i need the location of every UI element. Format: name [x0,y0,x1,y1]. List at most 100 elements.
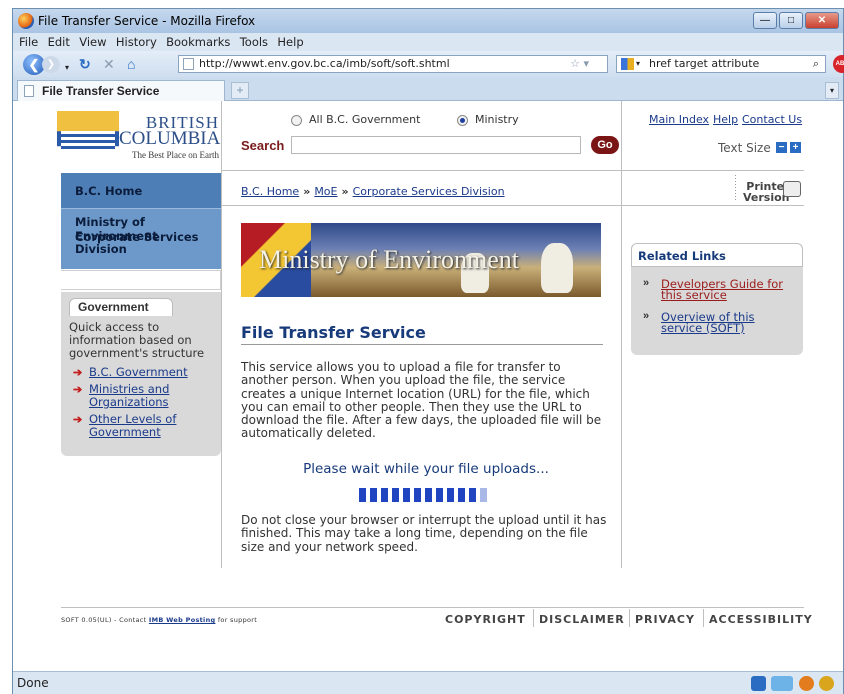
scope-radio-ministry[interactable] [457,115,468,126]
nav-division-line2[interactable]: Division [75,242,127,256]
url-bar[interactable]: http://wwwt.env.gov.bc.ca/imb/soft/soft.… [178,55,608,73]
magnifier-icon[interactable]: ⌕ [813,56,819,72]
text-size-decrease-button[interactable]: − [776,142,787,153]
footer-sep [533,609,534,627]
scope-all-label: All B.C. Government [309,113,421,126]
search-engine-dropdown-icon[interactable]: ▾ [636,56,640,72]
logo-line2: COLUMBIA [119,128,221,149]
stop-icon[interactable]: ✕ [103,56,115,72]
crumb-separator: » [341,185,349,198]
divider [221,101,222,173]
progress-block [414,488,421,502]
breadcrumb: B.C. Home» MoE» Corporate Services Divisio… [241,185,505,198]
bc-government-link[interactable]: B.C. Government [89,366,188,379]
developers-guide-link-line2[interactable]: this service [661,289,727,301]
go-button[interactable]: Go [591,136,619,154]
text-line: size and your network speed. [241,539,418,554]
maximize-button[interactable]: □ [779,12,803,29]
progress-block [425,488,432,502]
other-levels-link-line2[interactable]: Government [89,426,161,439]
minimize-button[interactable]: — [753,12,777,29]
upload-wait-message: Please wait while your file uploads... [303,461,549,477]
scope-radio-all[interactable] [291,115,302,126]
tab-bar: File Transfer Service + ▾ [13,77,843,101]
close-window-button[interactable]: ✕ [805,12,839,29]
help-link[interactable]: Help [713,113,738,126]
progress-block [447,488,454,502]
divider [621,170,804,171]
progress-block [403,488,410,502]
accessibility-link[interactable]: ACCESSIBILITY [709,613,813,626]
description-paragraph: This service allows you to upload a file… [241,360,611,441]
history-dropdown-icon[interactable]: ▾ [65,60,69,76]
progress-block [381,488,388,502]
gov-desc-line: government's structure [69,346,205,360]
home-icon[interactable]: ⌂ [127,56,135,72]
crumb-bc-home[interactable]: B.C. Home [241,185,299,198]
ministries-link-line2[interactable]: Organizations [89,396,169,409]
crumb-division[interactable]: Corporate Services Division [353,185,505,198]
new-tab-button[interactable]: + [231,82,249,99]
printer-icon[interactable] [783,181,801,197]
footer: SOFT 0.05(UL) - Contact IMB Web Posting … [61,609,812,627]
copyright-link[interactable]: COPYRIGHT [445,613,526,626]
search-engine-icon[interactable] [621,58,634,70]
forward-button[interactable]: ❯ [42,56,60,73]
divider [221,173,222,568]
tab-list-dropdown-icon[interactable]: ▾ [825,82,839,99]
firefox-icon [18,13,34,29]
page-title: File Transfer Service [241,323,426,342]
menu-edit[interactable]: Edit [48,33,70,51]
page-icon [183,58,194,70]
text-line: another person. When you upload the file… [241,373,566,388]
soft-version-text: SOFT 0.05(UL) - Contact IMB Web Posting … [61,616,257,624]
bookmark-star-icon[interactable]: ☆ ▾ [570,56,589,72]
text-size-increase-button[interactable]: + [790,142,801,153]
soft-text: for support [217,616,258,624]
menu-view[interactable]: View [79,33,106,51]
footer-sep [629,609,630,627]
overview-link-line2[interactable]: service (SOFT) [661,322,745,334]
skype-icon[interactable] [751,676,766,691]
related-links-header: Related Links [631,243,803,267]
privacy-link[interactable]: PRIVACY [635,613,695,626]
reload-icon[interactable]: ↻ [79,56,91,72]
related-links-panel: Related Links » Developers Guide for thi… [631,243,803,355]
addon-icon[interactable] [819,676,834,691]
logo-tagline: The Best Place on Earth [132,150,219,160]
crumb-moe[interactable]: MoE [314,185,337,198]
status-bar: Done [13,671,843,694]
text-line: finished. This may take a long time, dep… [241,526,588,541]
status-text: Done [17,676,49,690]
menu-file[interactable]: File [19,33,38,51]
text-line: creates a unique Internet location (URL)… [241,386,590,401]
main-index-link[interactable]: Main Index [649,113,709,126]
tab-file-transfer-service[interactable]: File Transfer Service [17,80,225,101]
progress-block [359,488,366,502]
footer-sep [703,609,704,627]
nav-bc-home[interactable]: B.C. Home [75,184,142,198]
firefox-addon-icon[interactable] [799,676,814,691]
imb-web-posting-link[interactable]: IMB Web Posting [149,616,216,624]
menu-tools[interactable]: Tools [240,33,268,51]
menu-bookmarks[interactable]: Bookmarks [166,33,230,51]
text-line: you can email to other people. Then they… [241,399,582,414]
progress-block [458,488,465,502]
arrow-icon: ➔ [73,367,83,379]
weather-icon[interactable] [771,676,793,691]
text-line: Do not close your browser or interrupt t… [241,513,607,527]
left-nav-spacer [61,270,221,290]
progress-block [469,488,476,502]
disclaimer-link[interactable]: DISCLAIMER [539,613,625,626]
upload-progress-bar [359,488,491,502]
search-bar[interactable]: ▾ href target attribute ⌕ [616,55,826,73]
bc-logo[interactable]: BRITISH COLUMBIA The Best Place on Earth [57,109,223,165]
search-input[interactable] [291,136,581,154]
menu-history[interactable]: History [116,33,157,51]
contact-us-link[interactable]: Contact Us [742,113,802,126]
warning-paragraph: Do not close your browser or interrupt t… [241,513,611,554]
ministry-banner: Ministry of Environment [241,223,601,297]
menu-help[interactable]: Help [277,33,303,51]
title-bar: File Transfer Service - Mozilla Firefox … [13,9,843,33]
adblock-icon[interactable]: ABP [833,55,844,73]
